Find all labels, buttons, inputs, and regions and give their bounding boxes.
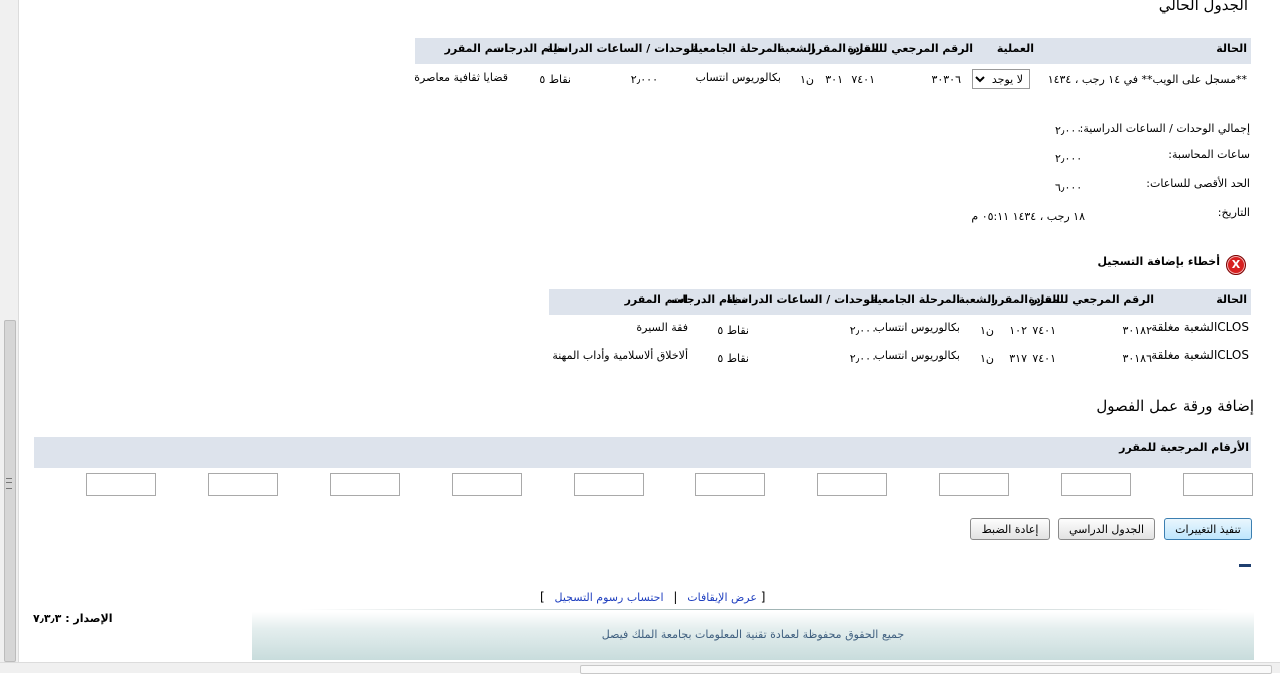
crn-header: الأرقام المرجعية للمقرر <box>34 437 1251 468</box>
row-subject: ٧٤٠١ <box>851 73 875 86</box>
err-header-course: المقرر <box>991 293 1028 306</box>
row-grade-mode: نقاط ٥ <box>539 73 571 86</box>
errors-header: الحالة الرقم المرجعي للمقرر المادة المقر… <box>549 289 1251 315</box>
submit-changes-button[interactable]: تنفيذ التغييرات <box>1164 518 1252 540</box>
err-row-level: بكالوريوس انتساب <box>874 321 960 334</box>
scroll-grip-icon <box>6 478 12 489</box>
current-schedule-row: **مسجل على الويب** في ١٤ رجب ، ١٤٣٤ لا ي… <box>414 68 1251 94</box>
crn-input-6[interactable] <box>574 473 644 496</box>
header-section: الشعبة <box>778 42 815 55</box>
footer-bar: جميع الحقوق محفوظة لعمادة تقنية المعلوما… <box>252 612 1254 660</box>
header-action: العملية <box>996 42 1034 55</box>
err-row-subject: ٧٤٠١ <box>1032 324 1056 337</box>
err-row-course: ١٠٢ <box>1009 324 1027 337</box>
total-units-label: إجمالي الوحدات / الساعات الدراسية: <box>1079 122 1250 135</box>
release-value: ٧٫٣٫٣ <box>33 612 62 625</box>
errors-title: أخطاء بإضافة التسجيل <box>1097 255 1220 268</box>
err-header-units: الوحدات / الساعات الدراسية <box>726 293 878 306</box>
row-section: ن١ <box>800 73 814 86</box>
err-row-course-title: فقة السيرة <box>636 321 688 334</box>
total-units-value: ٢٫٠٠٠ <box>1055 124 1083 137</box>
dash-marker <box>1239 564 1251 567</box>
billing-hours-label: ساعات المحاسبة: <box>1168 148 1250 161</box>
err-row-units: ٢٫٠٠٠ <box>849 324 877 337</box>
horizontal-scroll-thumb[interactable] <box>580 665 1272 674</box>
date-value: ١٨ رجب ، ١٤٣٤ ٠٥:١١ م <box>971 210 1085 223</box>
row-status: **مسجل على الويب** في ١٤ رجب ، ١٤٣٤ <box>1047 73 1247 86</box>
max-hours-value: ٦٫٠٠٠ <box>1055 181 1083 194</box>
links-bar: [ عرض الإيقافات | احتساب رسوم التسجيل ] <box>540 590 765 604</box>
header-course: المقرر <box>809 42 846 55</box>
crn-input-7[interactable] <box>452 473 522 496</box>
err-row-course: ٣١٧ <box>1009 352 1027 365</box>
release-label: الإصدار : <box>65 612 113 625</box>
header-units: الوحدات / الساعات الدراسية <box>546 42 698 55</box>
vertical-scrollbar[interactable] <box>0 0 19 662</box>
err-row-status: CLOSالشعبة مغلقة <box>1151 348 1249 362</box>
err-row-units: ٢٫٠٠٠ <box>849 352 877 365</box>
row-units: ٢٫٠٠٠ <box>630 73 658 86</box>
horizontal-scrollbar[interactable] <box>0 662 1280 674</box>
row-course-title: قضايا ثقافية معاصرة <box>414 71 508 84</box>
error-row: CLOSالشعبة مغلقة ٣٠١٨٦ ٧٤٠١ ٣١٧ ن١ بكالو… <box>549 346 1251 374</box>
crn-input-1[interactable] <box>1183 473 1253 496</box>
err-row-subject: ٧٤٠١ <box>1032 352 1056 365</box>
crn-input-5[interactable] <box>695 473 765 496</box>
err-row-status: CLOSالشعبة مغلقة <box>1151 320 1249 334</box>
link-separator: | <box>673 590 678 604</box>
error-row: CLOSالشعبة مغلقة ٣٠١٨٢ ٧٤٠١ ١٠٢ ن١ بكالو… <box>549 318 1251 346</box>
header-course-title: اسم المقرر <box>444 42 508 55</box>
err-row-course-title: ألاخلاق ألاسلامية وأداب المهنة <box>552 349 688 362</box>
err-header-status: الحالة <box>1216 293 1247 306</box>
error-icon: X <box>1226 255 1246 275</box>
fee-assessment-link[interactable]: احتساب رسوم التسجيل <box>555 591 664 604</box>
max-hours-label: الحد الأقصى للساعات: <box>1146 177 1250 190</box>
err-row-level: بكالوريوس انتساب <box>874 349 960 362</box>
row-level: بكالوريوس انتساب <box>695 71 781 84</box>
reset-button[interactable]: إعادة الضبط <box>970 518 1050 540</box>
crn-input-2[interactable] <box>1061 473 1131 496</box>
copyright-text: جميع الحقوق محفوظة لعمادة تقنية المعلوما… <box>601 628 905 641</box>
row-course: ٣٠١ <box>825 73 843 86</box>
vertical-scroll-thumb[interactable] <box>4 320 16 662</box>
crn-header-label: الأرقام المرجعية للمقرر <box>1119 441 1249 454</box>
date-label: التاريخ: <box>1217 206 1250 219</box>
class-schedule-button[interactable]: الجدول الدراسي <box>1058 518 1155 540</box>
view-holds-link[interactable]: عرض الإيقافات <box>687 591 757 604</box>
billing-hours-value: ٢٫٠٠٠ <box>1055 152 1083 165</box>
crn-input-8[interactable] <box>330 473 400 496</box>
err-row-grade-mode: نقاط ٥ <box>717 324 749 337</box>
err-row-grade-mode: نقاط ٥ <box>717 352 749 365</box>
bracket-open: [ <box>760 590 766 604</box>
err-header-subject: المادة <box>1028 293 1060 306</box>
row-crn: ٣٠٣٠٦ <box>931 73 961 86</box>
header-status: الحالة <box>1216 42 1247 55</box>
err-header-section: الشعبة <box>958 293 995 306</box>
action-select[interactable]: لا يوجد <box>972 69 1030 89</box>
add-worksheet-title: إضافة ورقة عمل الفصول <box>1096 397 1254 415</box>
err-row-crn: ٣٠١٨٦ <box>1122 352 1152 365</box>
current-schedule-title: الجدول الحالي <box>1158 0 1248 14</box>
err-header-course-title: اسم المقرر <box>624 293 688 306</box>
release-info: الإصدار : ٧٫٣٫٣ <box>33 612 112 625</box>
crn-input-10[interactable] <box>86 473 156 496</box>
footer-divider <box>300 609 1230 610</box>
crn-input-4[interactable] <box>817 473 887 496</box>
current-schedule-header: الحالة العملية الرقم المرجعي للمقرر الما… <box>415 38 1251 64</box>
err-row-crn: ٣٠١٨٢ <box>1122 324 1152 337</box>
crn-input-9[interactable] <box>208 473 278 496</box>
header-subject: المادة <box>847 42 879 55</box>
crn-input-3[interactable] <box>939 473 1009 496</box>
header-level: المرحلة الجامعية <box>691 42 781 55</box>
err-row-section: ن١ <box>980 352 994 365</box>
err-row-section: ن١ <box>980 324 994 337</box>
bracket-close: ] <box>540 590 545 604</box>
err-header-level: المرحلة الجامعية <box>870 293 960 306</box>
